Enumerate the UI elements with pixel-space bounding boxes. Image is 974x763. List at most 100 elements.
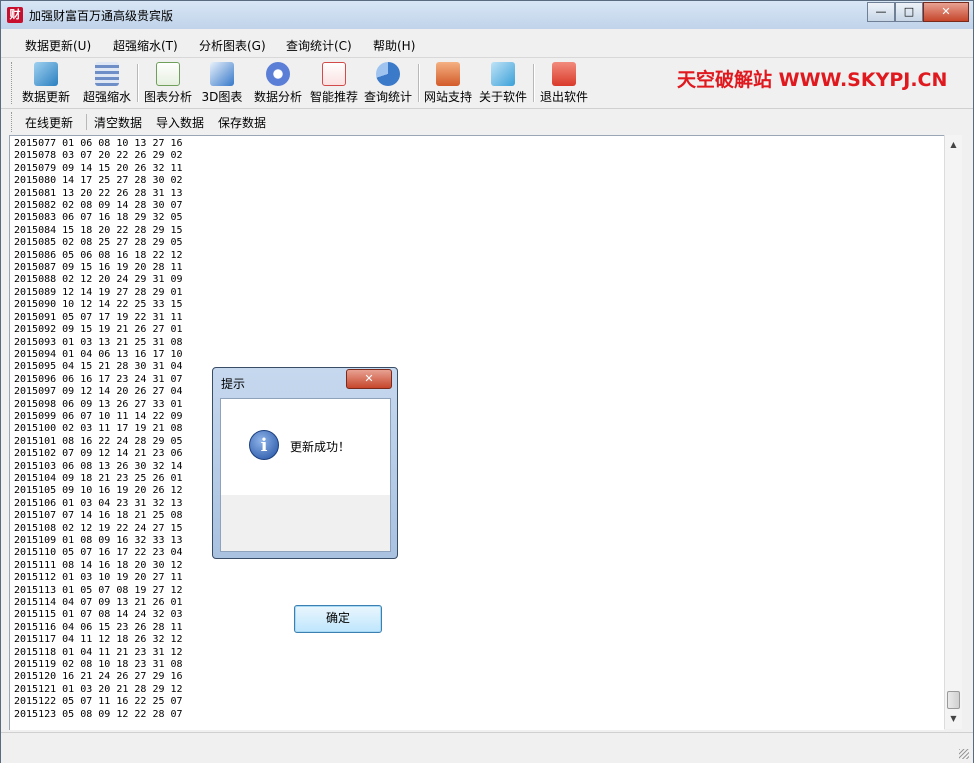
draw-row: 2015123 05 08 09 12 22 28 07: [14, 708, 183, 720]
pie-query-icon: [376, 62, 400, 86]
chart-doc-icon: [156, 62, 180, 86]
window-title: 加强财富百万通高级贵宾版: [29, 9, 174, 23]
toolbar-chart-analysis-button[interactable]: 图表分析: [141, 62, 195, 104]
dialog-message: 更新成功！: [290, 440, 351, 454]
menu-bar: 数据更新(U) 超强缩水(T) 分析图表(G) 查询统计(C) 帮助(H): [1, 33, 973, 55]
menu-data-update[interactable]: 数据更新(U): [25, 37, 91, 54]
about-computer-icon: [491, 62, 515, 86]
draw-row: 2015102 07 09 12 14 21 23 06: [14, 448, 183, 460]
toolbar-query-stats-button[interactable]: 查询统计: [361, 62, 415, 104]
toolbar-label: 超强缩水: [82, 90, 131, 104]
data-text-area[interactable]: 2015077 01 06 08 10 13 27 16 2015078 03 0…: [9, 135, 944, 730]
scroll-down-button[interactable]: ▼: [946, 711, 961, 727]
menu-help[interactable]: 帮助(H): [373, 37, 415, 54]
main-window: 财 加强财富百万通高级贵宾版 — □ ✕ 数据更新(U) 超强缩水(T) 分析图…: [0, 0, 974, 763]
import-data-button[interactable]: 导入数据: [156, 114, 204, 131]
draw-row: 2015112 01 03 10 19 20 27 11: [14, 572, 183, 584]
scrollbar-thumb[interactable]: [947, 691, 960, 709]
message-dialog: 提示 ✕ i 更新成功！ 确定: [212, 367, 398, 633]
info-icon: i: [249, 430, 279, 460]
draw-row: 2015079 09 14 15 20 26 32 11: [14, 162, 183, 174]
draw-row: 2015093 01 03 13 21 25 31 08: [14, 336, 183, 348]
dialog-title: 提示: [221, 377, 246, 391]
draw-row: 2015105 09 10 16 19 20 26 12: [14, 485, 183, 497]
draw-row: 2015114 04 07 09 13 21 26 01: [14, 597, 183, 609]
toolbar-3d-chart-button[interactable]: 3D图表: [199, 62, 245, 104]
toolbar-label: 数据分析: [253, 90, 302, 104]
ok-button[interactable]: 确定: [294, 605, 382, 633]
toolbar-about-button[interactable]: 关于软件: [476, 62, 530, 104]
toolbar-recommend-button[interactable]: 智能推荐: [307, 62, 361, 104]
draw-row: 2015091 05 07 17 19 22 31 11: [14, 311, 183, 323]
draw-row: 2015108 02 12 19 22 24 27 15: [14, 522, 183, 534]
toolbar-label: 查询统计: [363, 90, 412, 104]
toolbar-separator: [137, 64, 139, 102]
title-bar: 财 加强财富百万通高级贵宾版 — □ ✕: [1, 1, 973, 29]
window-controls: — □ ✕: [867, 2, 969, 22]
draw-row: 2015083 06 07 16 18 29 32 05: [14, 212, 183, 224]
draw-row: 2015090 10 12 14 22 25 33 15: [14, 299, 183, 311]
vertical-scrollbar[interactable]: ▲ ▼: [944, 135, 962, 729]
app-icon: 财: [7, 7, 23, 23]
toolbar-data-update-button[interactable]: 数据更新: [19, 62, 73, 104]
menu-shrink[interactable]: 超强缩水(T): [113, 37, 178, 54]
online-update-button[interactable]: 在线更新: [25, 114, 73, 131]
toolbar-exit-button[interactable]: 退出软件: [537, 62, 591, 104]
draw-row: 2015113 01 05 07 08 19 27 12: [14, 584, 183, 596]
draw-row: 2015081 13 20 22 26 28 31 13: [14, 187, 183, 199]
draw-row: 2015092 09 15 19 21 26 27 01: [14, 324, 183, 336]
recommend-doc-icon: [322, 62, 346, 86]
computer-update-icon: [34, 62, 58, 86]
draw-row: 2015098 06 09 13 26 27 33 01: [14, 398, 183, 410]
toolbar-label: 退出软件: [539, 90, 588, 104]
data-toolbar: 在线更新 清空数据 导入数据 保存数据: [1, 108, 973, 135]
minimize-button[interactable]: —: [867, 2, 895, 22]
toolbar-label: 网站支持: [423, 90, 472, 104]
draw-row: 2015120 16 21 24 26 27 29 16: [14, 671, 183, 683]
draw-rows-list: 2015077 01 06 08 10 13 27 16 2015078 03 0…: [14, 138, 183, 721]
draw-row: 2015110 05 07 16 17 22 23 04: [14, 547, 183, 559]
menu-charts[interactable]: 分析图表(G): [199, 37, 266, 54]
draw-row: 2015077 01 06 08 10 13 27 16: [14, 138, 183, 149]
draw-row: 2015082 02 08 09 14 28 30 07: [14, 200, 183, 212]
toolbar-label: 数据更新: [21, 90, 70, 104]
draw-row: 2015095 04 15 21 28 30 31 04: [14, 361, 183, 373]
draw-row: 2015121 01 03 20 21 28 29 12: [14, 683, 183, 695]
draw-row: 2015089 12 14 19 27 28 29 01: [14, 286, 183, 298]
draw-row: 2015106 01 03 04 23 31 32 13: [14, 497, 183, 509]
toolbar-label: 图表分析: [143, 90, 192, 104]
close-button[interactable]: ✕: [923, 2, 969, 22]
toolbar-grip[interactable]: [11, 62, 15, 104]
draw-row: 2015115 01 07 08 14 24 32 03: [14, 609, 183, 621]
resize-grip[interactable]: [959, 749, 969, 759]
scroll-up-button[interactable]: ▲: [946, 137, 961, 153]
save-data-button[interactable]: 保存数据: [218, 114, 266, 131]
shrink-grid-icon: [95, 62, 119, 86]
toolbar-separator: [418, 64, 420, 102]
dialog-close-button[interactable]: ✕: [346, 369, 392, 389]
draw-row: 2015084 15 18 20 22 28 29 15: [14, 224, 183, 236]
toolbar-separator: [86, 114, 87, 130]
toolbar-website-button[interactable]: 网站支持: [421, 62, 475, 104]
gear-analysis-icon: [266, 62, 290, 86]
dialog-body: i 更新成功！ 确定: [220, 398, 391, 633]
draw-row: 2015119 02 08 10 18 23 31 08: [14, 659, 183, 671]
toolbar-shrink-button[interactable]: 超强缩水: [80, 62, 134, 104]
maximize-button[interactable]: □: [895, 2, 923, 22]
toolbar-data-analysis-button[interactable]: 数据分析: [251, 62, 305, 104]
draw-row: 2015096 06 16 17 23 24 31 07: [14, 373, 183, 385]
dialog-footer: 确定: [221, 495, 390, 633]
toolbar-label: 关于软件: [478, 90, 527, 104]
draw-row: 2015080 14 17 25 27 28 30 02: [14, 175, 183, 187]
draw-row: 2015097 09 12 14 20 26 27 04: [14, 386, 183, 398]
draw-row: 2015122 05 07 11 16 22 25 07: [14, 696, 183, 708]
clear-data-button[interactable]: 清空数据: [94, 114, 142, 131]
home-web-icon: [436, 62, 460, 86]
power-exit-icon: [552, 62, 576, 86]
draw-row: 2015099 06 07 10 11 14 22 09: [14, 410, 183, 422]
menu-query-stats[interactable]: 查询统计(C): [286, 37, 352, 54]
draw-row: 2015117 04 11 12 18 26 32 12: [14, 634, 183, 646]
draw-row: 2015078 03 07 20 22 26 29 02: [14, 150, 183, 162]
toolbar-grip[interactable]: [11, 112, 15, 132]
3d-chart-icon: [210, 62, 234, 86]
